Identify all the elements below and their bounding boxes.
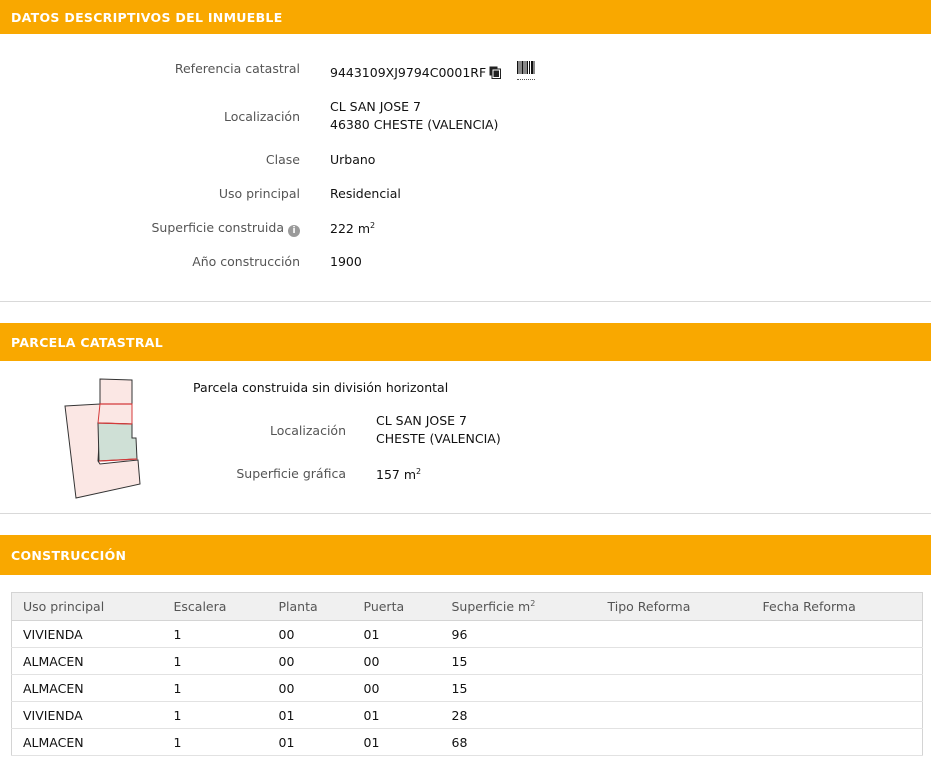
table-header-row: Uso principal Escalera Planta Puerta Sup… — [11, 592, 923, 621]
cell-fecha-reforma — [751, 620, 923, 648]
cell-fecha-reforma — [751, 674, 923, 702]
barcode-icon[interactable] — [517, 61, 535, 80]
col-header-escalera[interactable]: Escalera — [162, 592, 268, 621]
parcela-superficie-label: Superficie gráfica — [236, 466, 346, 481]
col-header-fecha-reforma[interactable]: Fecha Reforma — [751, 592, 923, 621]
clase-value: Urbano — [330, 152, 376, 167]
cell-superficie: 68 — [440, 728, 597, 756]
parcela-superficie-unit-sup: 2 — [416, 466, 422, 476]
parcela-localizacion-value: CL SAN JOSE 7 CHESTE (VALENCIA) — [376, 412, 501, 448]
parcela-superficie-value: 157 m2 — [376, 466, 421, 484]
cell-superficie: 15 — [440, 674, 597, 702]
referencia-label: Referencia catastral — [174, 61, 300, 76]
col-header-superficie[interactable]: Superficie m2 — [440, 592, 597, 621]
table-row: ALMACEN 1 00 00 15 — [11, 674, 923, 702]
localizacion-value: CL SAN JOSE 7 46380 CHESTE (VALENCIA) — [330, 98, 498, 134]
table-row: VIVIENDA 1 01 01 28 — [11, 701, 923, 729]
section-title: PARCELA CATASTRAL — [11, 334, 164, 350]
cell-fecha-reforma — [751, 701, 923, 729]
section-header-parcela: PARCELA CATASTRAL — [0, 323, 931, 361]
superficie-label-wrap: Superficie construida i — [100, 220, 300, 237]
cell-planta: 01 — [267, 701, 353, 729]
cell-puerta: 01 — [352, 701, 441, 729]
referencia-value: 9443109XJ9794C0001RF — [330, 64, 502, 84]
cell-superficie: 96 — [440, 620, 597, 648]
section-header-datos: DATOS DESCRIPTIVOS DEL INMUEBLE — [0, 0, 931, 34]
cell-uso: VIVIENDA — [11, 620, 163, 648]
col-header-puerta[interactable]: Puerta — [352, 592, 441, 621]
cell-puerta: 01 — [352, 728, 441, 756]
cell-puerta: 00 — [352, 674, 441, 702]
cell-tipo-reforma — [596, 674, 752, 702]
parcela-descripcion: Parcela construida sin división horizont… — [193, 380, 449, 395]
col-header-uso[interactable]: Uso principal — [11, 592, 163, 621]
superficie-number: 222 m — [330, 221, 371, 236]
cell-escalera: 1 — [162, 620, 268, 648]
cell-escalera: 1 — [162, 647, 268, 675]
referencia-text[interactable]: 9443109XJ9794C0001RF — [330, 65, 486, 80]
anio-value: 1900 — [330, 254, 362, 269]
section-title: DATOS DESCRIPTIVOS DEL INMUEBLE — [11, 9, 283, 25]
cell-fecha-reforma — [751, 647, 923, 675]
cell-uso: VIVIENDA — [11, 701, 163, 729]
col-header-superficie-sup: 2 — [530, 598, 536, 608]
parcela-localizacion-line1: CL SAN JOSE 7 — [376, 413, 467, 428]
cell-fecha-reforma — [751, 728, 923, 756]
clase-label: Clase — [265, 152, 300, 167]
section-title: CONSTRUCCIÓN — [11, 547, 127, 563]
superficie-unit-sup: 2 — [370, 220, 376, 230]
cell-puerta: 01 — [352, 620, 441, 648]
cell-planta: 00 — [267, 620, 353, 648]
parcel-map[interactable] — [60, 376, 142, 500]
col-header-tipo-reforma[interactable]: Tipo Reforma — [596, 592, 752, 621]
parcela-localizacion-line2: CHESTE (VALENCIA) — [376, 431, 501, 446]
cell-escalera: 1 — [162, 674, 268, 702]
uso-value: Residencial — [330, 186, 401, 201]
parcela-localizacion-label: Localización — [269, 423, 346, 438]
localizacion-label: Localización — [223, 109, 300, 124]
cell-uso: ALMACEN — [11, 728, 163, 756]
cell-superficie: 15 — [440, 647, 597, 675]
table-row: ALMACEN 1 01 01 68 — [11, 728, 923, 756]
localizacion-line1: CL SAN JOSE 7 — [330, 99, 421, 114]
table-row: ALMACEN 1 00 00 15 — [11, 647, 923, 675]
cell-planta: 01 — [267, 728, 353, 756]
cell-puerta: 00 — [352, 647, 441, 675]
cell-superficie: 28 — [440, 701, 597, 729]
info-icon[interactable]: i — [288, 225, 300, 237]
cell-escalera: 1 — [162, 701, 268, 729]
col-header-superficie-text: Superficie m — [451, 599, 531, 614]
cell-uso: ALMACEN — [11, 674, 163, 702]
superficie-value: 222 m2 — [330, 220, 375, 238]
cell-planta: 00 — [267, 647, 353, 675]
col-header-planta[interactable]: Planta — [267, 592, 353, 621]
uso-label: Uso principal — [218, 186, 300, 201]
construccion-table: Uso principal Escalera Planta Puerta Sup… — [11, 592, 923, 756]
cell-escalera: 1 — [162, 728, 268, 756]
cell-tipo-reforma — [596, 728, 752, 756]
cell-planta: 00 — [267, 674, 353, 702]
cell-tipo-reforma — [596, 620, 752, 648]
anio-label: Año construcción — [192, 254, 300, 269]
superficie-label: Superficie construida — [151, 220, 285, 235]
table-row: VIVIENDA 1 00 01 96 — [11, 620, 923, 648]
parcela-superficie-number: 157 m — [376, 467, 417, 482]
copy-icon[interactable] — [489, 66, 502, 84]
cell-tipo-reforma — [596, 701, 752, 729]
cell-uso: ALMACEN — [11, 647, 163, 675]
cell-tipo-reforma — [596, 647, 752, 675]
section-header-construccion: CONSTRUCCIÓN — [0, 535, 931, 575]
localizacion-line2: 46380 CHESTE (VALENCIA) — [330, 117, 499, 132]
